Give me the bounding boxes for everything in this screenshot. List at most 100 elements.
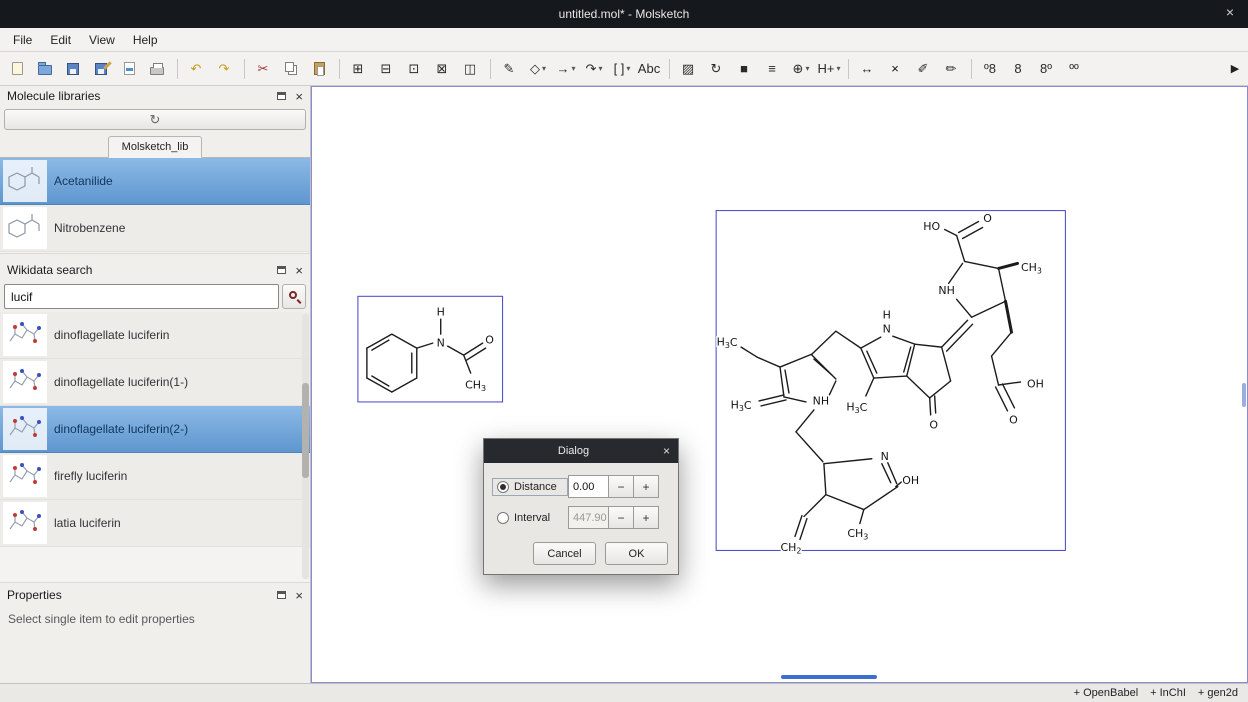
library-item-acetanilide[interactable]: Acetanilide [0, 158, 310, 205]
library-refresh-button[interactable]: ↻ [4, 109, 306, 130]
hydrogen-tool-button[interactable]: H+ ▾ [816, 56, 842, 82]
menu-item[interactable]: Help [124, 30, 167, 50]
selection-rectangle[interactable] [716, 211, 1065, 551]
close-panel-icon[interactable]: × [295, 90, 303, 103]
insert-text-item-button[interactable]: ⊡ [402, 56, 428, 82]
hash-tool-button[interactable]: ▨ [676, 56, 702, 82]
toolbar-button [177, 59, 178, 79]
insert-item-button[interactable]: ⊟ [374, 56, 400, 82]
radio-button[interactable] [497, 481, 509, 493]
pen-arrow-tool-button[interactable]: ✏ [939, 56, 965, 82]
radio-option[interactable]: Distance [492, 478, 568, 496]
canvas-vscroll-thumb[interactable] [1242, 383, 1246, 407]
bracket-tool-button[interactable]: [ ] ▾ [609, 56, 635, 82]
undo-button[interactable]: ↶ [184, 56, 210, 82]
cut-button[interactable]: ✂ [251, 56, 277, 82]
redo-button[interactable]: ↷ [212, 56, 238, 82]
print-button[interactable] [145, 56, 171, 82]
spinbox-value[interactable]: 447.90 [568, 506, 609, 529]
molecule-luciferin[interactable]: HOOCH3NHHNH3CH3CH3CNHOOHONOHCH3CH2 [717, 212, 1044, 555]
spin-increment-button[interactable]: + [634, 475, 659, 498]
radio-option[interactable]: Interval [492, 509, 568, 527]
menu-item[interactable]: Edit [41, 30, 80, 50]
wikidata-item-latia-luciferin[interactable]: latia luciferin [0, 500, 310, 547]
canvas-hscroll-thumb[interactable] [781, 675, 877, 679]
paste-button[interactable] [307, 56, 333, 82]
toolbar-glyph: ✐ [918, 62, 929, 75]
optimize-tool-3[interactable]: 8º [1034, 56, 1060, 82]
open-file-button[interactable] [33, 56, 59, 82]
scene-svg[interactable]: HNOCH3 HOOCH3NHHNH3CH3CH3CNHOOHONOHCH3CH2 [312, 87, 1247, 682]
insert-table-button[interactable]: ◫ [458, 56, 484, 82]
wikidata-item-dinoflagellate-luciferin-1[interactable]: dinoflagellate luciferin(1-) [0, 359, 310, 406]
float-panel-icon[interactable] [277, 92, 286, 100]
delete-tool-button[interactable]: × [883, 56, 909, 82]
charge-tool-button[interactable]: ⊕ ▾ [788, 56, 814, 82]
float-panel-icon[interactable] [277, 266, 286, 274]
flip-tool-button[interactable]: ↔ [855, 56, 881, 82]
line-width-button[interactable]: ≡ [760, 56, 786, 82]
optimize-tool-4[interactable]: ºº [1062, 56, 1088, 82]
toolbar-glyph: H+ [818, 62, 835, 75]
canvas[interactable]: HNOCH3 HOOCH3NHHNH3CH3CH3CNHOOHONOHCH3CH2 [311, 86, 1248, 683]
rotate-tool-button[interactable]: ↻ [704, 56, 730, 82]
window-close-button[interactable]: × [1222, 4, 1238, 20]
toolbar-glyph: ↷ [219, 62, 230, 75]
ok-button[interactable]: OK [605, 542, 668, 565]
pen-tool-button[interactable]: ✐ [911, 56, 937, 82]
toolbar-icon [12, 62, 23, 75]
insert-frame-button[interactable]: ⊠ [430, 56, 456, 82]
wikidata-search-input[interactable] [4, 284, 279, 309]
wikidata-search-button[interactable] [282, 284, 306, 309]
color-button[interactable]: ■ [732, 56, 758, 82]
menu-item[interactable]: File [4, 30, 41, 50]
toolbar-button [490, 59, 491, 79]
dialog-close-button[interactable]: × [663, 444, 678, 458]
optimize-tool-2[interactable]: 8 [1006, 56, 1032, 82]
toolbar-glyph: ✏ [946, 62, 957, 75]
panel-properties: Properties × Select single item to edit … [0, 585, 310, 683]
draw-tool-button[interactable]: ✎ [497, 56, 523, 82]
spinbox-value[interactable]: 0.00 [568, 475, 609, 498]
mechanism-arrow-tool-button[interactable]: ↷ ▾ [581, 56, 607, 82]
library-item-nitrobenzene[interactable]: Nitrobenzene [0, 205, 310, 252]
toolbar-icon [314, 62, 325, 75]
float-panel-icon[interactable] [277, 591, 286, 599]
wikidata-item-dinoflagellate-luciferin-2[interactable]: dinoflagellate luciferin(2-) [0, 406, 310, 453]
chevron-down-icon: ▾ [598, 64, 602, 73]
scrollbar-thumb[interactable] [302, 383, 309, 478]
text-tool-button[interactable]: Abc [637, 56, 663, 82]
wikidata-item-firefly-luciferin[interactable]: firefly luciferin [0, 453, 310, 500]
panel-header: Molecule libraries × [0, 86, 310, 106]
save-as-button[interactable] [89, 56, 115, 82]
close-panel-icon[interactable]: × [295, 589, 303, 602]
radio-button[interactable] [497, 512, 509, 524]
copy-button[interactable] [279, 56, 305, 82]
export-button[interactable] [117, 56, 143, 82]
ring-tool-button[interactable]: ◇ ▾ [525, 56, 551, 82]
toolbar-extension-button[interactable]: ▶ [1226, 56, 1244, 82]
close-panel-icon[interactable]: × [295, 264, 303, 277]
reaction-arrow-tool-button[interactable]: → ▾ [553, 56, 579, 82]
toolbar-glyph: ºº [1069, 62, 1079, 75]
wikidata-item-label: dinoflagellate luciferin(1-) [54, 375, 188, 389]
cancel-button[interactable]: Cancel [533, 542, 596, 565]
new-file-button[interactable] [5, 56, 31, 82]
menu-item[interactable]: View [80, 30, 124, 50]
wikidata-list-scrollbar[interactable] [302, 314, 309, 579]
molecule-acetanilide[interactable]: HNOCH3 [367, 306, 494, 393]
toolbar-glyph: × [891, 62, 899, 75]
spin-decrement-button[interactable]: − [609, 475, 634, 498]
application-window: untitled.mol* - Molsketch × File Edit Vi… [0, 0, 1248, 702]
spin-decrement-button[interactable]: − [609, 506, 634, 529]
save-button[interactable] [61, 56, 87, 82]
atom-label: N [883, 323, 891, 336]
spin-increment-button[interactable]: + [634, 506, 659, 529]
wikidata-item-dinoflagellate-luciferin[interactable]: dinoflagellate luciferin [0, 312, 310, 359]
tab-molsketch-lib[interactable]: Molsketch_lib [108, 136, 203, 158]
menubar: File Edit View Help [0, 28, 1248, 52]
left-dock: Molecule libraries × ↻ Molsketch_lib [0, 86, 311, 683]
optimize-tool-1[interactable]: º8 [978, 56, 1004, 82]
chevron-down-icon: ▾ [836, 64, 840, 73]
insert-molecule-button[interactable]: ⊞ [346, 56, 372, 82]
